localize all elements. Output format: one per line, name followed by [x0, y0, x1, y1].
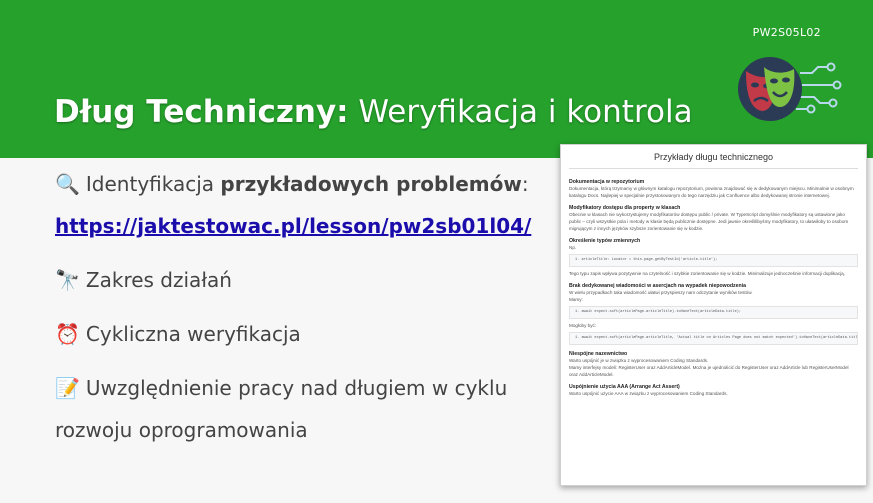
- bullet-text: Identyfikacja: [85, 172, 221, 196]
- doc-section: Uspójnienie użycia AAA (Arrange Act Asse…: [569, 384, 858, 397]
- slide-header: PW2S05L02 Dług Techniczny: Weryfikacja i…: [0, 0, 873, 158]
- slide-code: PW2S05L02: [752, 26, 821, 39]
- slide-title-bold: Dług Techniczny:: [54, 94, 349, 130]
- embedded-document-screenshot: Przykłady długu technicznego Dokumentacj…: [560, 144, 867, 486]
- doc-section: Brak dedykowanej wiadomości w asercjach …: [569, 283, 858, 345]
- theater-masks-circuit-logo: [738, 57, 842, 121]
- bullet-identification: 🔍 Identyfikacja przykładowych problemów:: [55, 172, 529, 196]
- alarm-clock-icon: ⏰: [55, 322, 80, 346]
- code-block: 1. await expect.soft(articlePage.article…: [569, 306, 858, 319]
- doc-section: Określenie typów zmiennych Np. 1. articl…: [569, 238, 858, 277]
- bullet-bold-text: przykładowych problemów: [220, 172, 522, 196]
- bullet-text: Zakres działań: [85, 268, 232, 292]
- slide-title-rest: Weryfikacja i kontrola: [348, 94, 693, 130]
- code-block: 1. articleTitle: Locator = this.page.get…: [569, 254, 858, 267]
- bullet-text: rozwoju oprogramowania: [55, 418, 308, 442]
- doc-section: Modyfikatory dostępu dla property w klas…: [569, 205, 858, 232]
- doc-section-text: W wielu przypadkach taka wiadomość ułatw…: [569, 290, 753, 295]
- bullet-debt-work: 📝 Uwzględnienie pracy nad długiem w cyklu: [55, 376, 507, 400]
- bullet-suffix: :: [521, 172, 529, 196]
- magnifier-icon: 🔍: [55, 172, 80, 196]
- bullet-text: Cykliczna weryfikacja: [85, 322, 301, 346]
- telescope-icon: 🔭: [55, 268, 80, 292]
- doc-label: Mamy:: [569, 297, 583, 302]
- document-title: Przykłady długu technicznego: [653, 152, 774, 162]
- doc-section-text: Warto uspójnić je w związku z wyprocesow…: [569, 358, 709, 363]
- doc-section-text: Np.: [569, 245, 577, 250]
- doc-section-text: Mamy interfejsy modeli: RegisterUser ora…: [569, 365, 849, 377]
- lesson-link[interactable]: https://jaktestowac.pl/lesson/pw2sb01l04…: [55, 214, 531, 238]
- doc-section-text: Warto uspójnić użycie AAA w związku z wy…: [569, 391, 728, 396]
- memo-icon: 📝: [55, 376, 80, 400]
- bullet-link-line: https://jaktestowac.pl/lesson/pw2sb01l04…: [55, 214, 531, 238]
- slide-title: Dług Techniczny: Weryfikacja i kontrola: [54, 94, 693, 130]
- document-body: Dokumentacja w repozytorium Dokumentacja…: [561, 169, 866, 397]
- doc-section-text: Dokumentacja, którą trzymamy w głównym k…: [569, 186, 854, 198]
- doc-label: Mogłoby być:: [569, 323, 597, 328]
- code-block: 1. await expect.soft(articlePage.article…: [569, 332, 858, 345]
- doc-section: Niespójne nazewnictwo Warto uspójnić je …: [569, 351, 858, 378]
- bullet-text: Uwzględnienie pracy nad długiem w cyklu: [85, 376, 508, 400]
- bullet-scope: 🔭 Zakres działań: [55, 268, 232, 292]
- bullet-debt-work-cont: rozwoju oprogramowania: [55, 418, 308, 442]
- doc-section: Dokumentacja w repozytorium Dokumentacja…: [569, 179, 858, 199]
- bullet-cyclic: ⏰ Cykliczna weryfikacja: [55, 322, 301, 346]
- doc-section-text: Obecnie w klasach nie wykorzystujemy mod…: [569, 212, 849, 231]
- doc-section-text: Tego typu zapis wpływa pozytywnie na czy…: [569, 271, 846, 276]
